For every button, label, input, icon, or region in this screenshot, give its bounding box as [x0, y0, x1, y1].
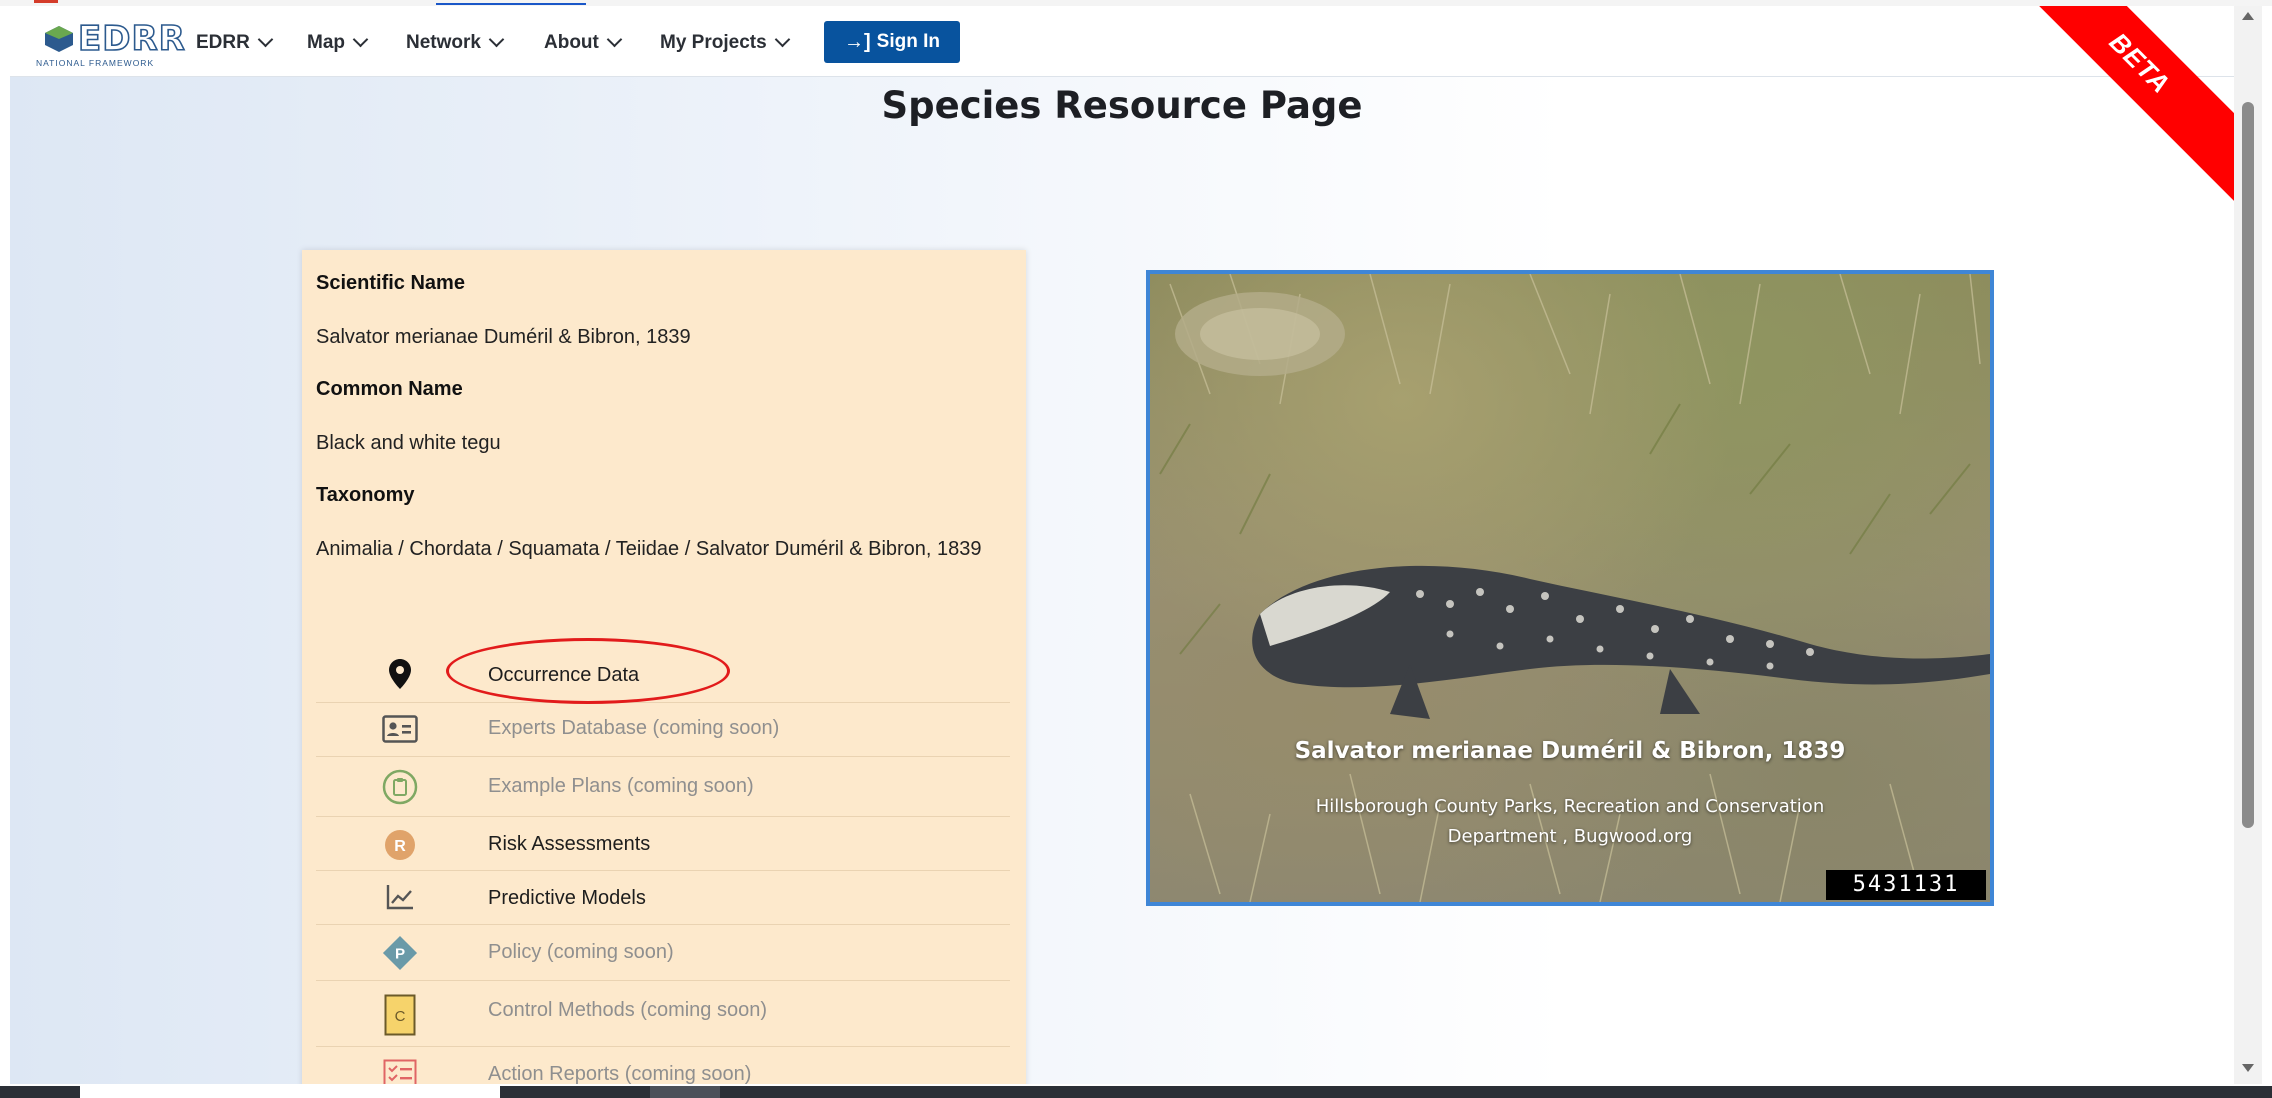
resource-label: Predictive Models — [488, 887, 646, 909]
nav-item-label: My Projects — [660, 32, 767, 53]
nav-item-network[interactable]: Network — [406, 31, 505, 54]
nav-item-map[interactable]: Map — [307, 31, 369, 54]
scrollbar-thumb[interactable] — [2242, 102, 2254, 828]
line-chart-icon — [382, 879, 418, 915]
map-pin-icon — [382, 656, 418, 692]
resource-row-occurrence-data[interactable]: Occurrence Data — [316, 648, 1010, 700]
resource-row-example-plans: Example Plans (coming soon) — [316, 756, 1010, 817]
resource-row-experts-database: Experts Database (coming soon) — [316, 702, 1010, 757]
taskbar-app-button[interactable] — [650, 1086, 720, 1098]
logo-subtitle: NATIONAL FRAMEWORK — [36, 58, 155, 68]
nav-item-about[interactable]: About — [544, 31, 623, 54]
resource-label: Occurrence Data — [488, 664, 640, 686]
sign-in-button[interactable]: →] Sign In — [824, 21, 960, 63]
taxonomy-value: Animalia / Chordata / Squamata / Teiidae… — [316, 538, 982, 560]
resource-label: Policy (coming soon) — [488, 941, 674, 963]
chevron-down-icon — [257, 31, 274, 47]
taxonomy-label: Taxonomy — [316, 484, 415, 506]
chevron-down-icon — [606, 31, 623, 47]
common-name-value: Black and white tegu — [316, 432, 501, 454]
species-photo[interactable]: Salvator merianae Duméril & Bibron, 1839… — [1146, 270, 1994, 906]
resource-row-policy: P Policy (coming soon) — [316, 924, 1010, 981]
nav-item-label: EDRR — [196, 32, 250, 53]
edrr-logo[interactable]: EDRR NATIONAL FRAMEWORK — [34, 20, 186, 70]
nav-item-label: About — [544, 32, 599, 53]
page-title: Species Resource Page — [881, 84, 1363, 127]
r-badge-icon: R — [382, 827, 418, 863]
browser-link-underline — [436, 0, 586, 5]
scroll-down-icon[interactable] — [2242, 1064, 2254, 1072]
resource-label: Risk Assessments — [488, 833, 651, 855]
resource-row-action-reports: Action Reports (coming soon) — [316, 1046, 1010, 1084]
scientific-name-value: Salvator merianae Duméril & Bibron, 1839 — [316, 326, 691, 348]
nav-item-my-projects[interactable]: My Projects — [660, 31, 790, 54]
resource-row-risk-assessments[interactable]: R Risk Assessments — [316, 816, 1010, 871]
sign-in-icon: →] — [844, 30, 871, 53]
nav-item-label: Network — [406, 32, 481, 53]
taskbar-search-box[interactable] — [80, 1086, 500, 1098]
top-navbar: EDRR NATIONAL FRAMEWORK EDRR Map Network… — [10, 6, 2234, 77]
chevron-down-icon — [774, 31, 790, 47]
os-taskbar — [0, 1086, 2272, 1098]
resource-row-predictive-models[interactable]: Predictive Models — [316, 870, 1010, 925]
page-viewport: EDRR NATIONAL FRAMEWORK EDRR Map Network… — [10, 6, 2234, 1084]
photo-image-id: 5431131 — [1826, 870, 1986, 900]
svg-text:C: C — [395, 1008, 406, 1025]
clipboard-icon — [382, 769, 418, 805]
scientific-name-label: Scientific Name — [316, 272, 465, 294]
svg-text:P: P — [395, 946, 405, 963]
id-card-icon — [382, 711, 418, 747]
photo-credit: Hillsborough County Parks, Recreation an… — [1315, 796, 1825, 847]
checklist-icon — [382, 1057, 418, 1084]
nav-item-label: Map — [307, 32, 345, 53]
resource-label: Control Methods (coming soon) — [488, 999, 768, 1021]
chevron-down-icon — [352, 31, 369, 47]
photo-caption: Salvator merianae Duméril & Bibron, 1839 — [1294, 738, 1846, 764]
resource-row-control-methods: C Control Methods (coming soon) — [316, 980, 1010, 1047]
logo-hexagon-icon — [45, 26, 73, 52]
nav-item-edrr[interactable]: EDRR — [196, 31, 274, 54]
p-diamond-icon: P — [382, 935, 418, 971]
species-info-card: Scientific Name Salvator merianae Duméri… — [302, 250, 1026, 1084]
page-scrollbar[interactable] — [2234, 6, 2262, 1084]
chevron-down-icon — [488, 31, 505, 47]
common-name-label: Common Name — [316, 378, 463, 400]
browser-tab-indicator — [34, 0, 58, 3]
svg-text:R: R — [394, 838, 406, 855]
resource-label: Example Plans (coming soon) — [488, 775, 754, 797]
c-square-icon: C — [382, 993, 418, 1037]
resource-label: Action Reports (coming soon) — [488, 1063, 752, 1084]
logo-wordmark: EDRR — [77, 19, 186, 59]
resource-label: Experts Database (coming soon) — [488, 717, 780, 739]
scroll-up-icon[interactable] — [2242, 12, 2254, 20]
sign-in-label: Sign In — [876, 31, 940, 52]
